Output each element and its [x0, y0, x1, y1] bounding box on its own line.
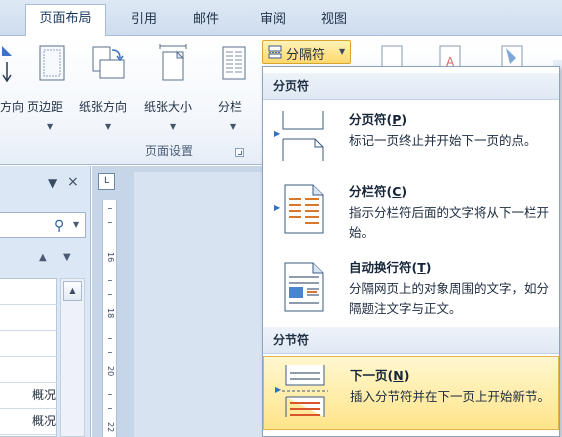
document-area: L 16 18 20 22: [92, 166, 270, 437]
next-page-description: 插入分节符并在下一页上开始新节。: [350, 389, 551, 404]
heading-list-scrollbar[interactable]: ▲: [60, 278, 85, 437]
navigation-pane-header: ▼ ×: [0, 170, 91, 200]
section-header-page-breaks: 分页符: [263, 73, 559, 100]
text-wrapping-break-title: 自动换行符(T): [349, 260, 432, 275]
list-item[interactable]: [0, 331, 57, 357]
column-break-icon: [284, 184, 324, 234]
tab-page-layout[interactable]: 页面布局: [25, 4, 106, 37]
navigation-search-input[interactable]: ⚲ ▼: [0, 212, 86, 238]
list-item[interactable]: [0, 279, 57, 305]
margins-dropdown-arrow: ▼: [47, 122, 54, 131]
search-options-arrow-icon[interactable]: ▼: [73, 220, 79, 229]
menu-item-text-wrapping-break[interactable]: 自动换行符(T) 分隔网页上的对象周围的文字，如分隔题注文字与正文。: [263, 249, 559, 331]
menu-item-page-break[interactable]: ▶ 分页符(P) 标记一页终止并开始下一页的点。: [263, 101, 559, 171]
paper-orientation-icon: [92, 46, 125, 79]
ruler-tick: [108, 222, 112, 223]
paper-orientation-dropdown-arrow: ▼: [105, 122, 112, 131]
columns-icon: [222, 46, 246, 80]
ruler-tick: [108, 338, 112, 339]
pane-menu-arrow-icon[interactable]: ▼: [48, 176, 57, 190]
ruler-tick: [108, 394, 112, 395]
tab-view[interactable]: 视图: [321, 9, 347, 31]
page-break-icon: [282, 111, 324, 161]
tab-mailings[interactable]: 邮件: [193, 9, 219, 31]
tab-selector[interactable]: L: [98, 173, 115, 190]
ruler-number: 18: [106, 308, 115, 319]
list-item[interactable]: 概况: [0, 383, 57, 409]
next-page-section-break-icon: [282, 365, 328, 417]
search-icon[interactable]: ⚲: [54, 218, 64, 234]
paper-orientation-label: 纸张方向: [79, 100, 128, 114]
page-setup-group-label: 页面设置: [144, 144, 193, 158]
paper-size-icon: [159, 44, 187, 81]
columns-dropdown-arrow: ▼: [230, 122, 237, 131]
ruler-number: 16: [106, 252, 115, 263]
menu-item-next-page[interactable]: ▶ 下一页(N) 插入分节符并在下一页上开始新节。: [263, 356, 559, 430]
paper-size-dropdown-arrow: ▼: [170, 122, 177, 131]
next-page-title: 下一页(N): [350, 368, 410, 383]
ruler-tick: [108, 294, 112, 295]
orientation-icon: [2, 46, 12, 83]
margins-icon: [39, 45, 65, 81]
breaks-dropdown-arrow: ▼: [339, 47, 346, 56]
ruler-tick: [108, 408, 112, 409]
ruler-tick: [108, 352, 112, 353]
orientation-label: 方向: [0, 100, 25, 114]
document-page-margin: [134, 172, 270, 437]
scroll-up-icon[interactable]: ▲: [63, 281, 82, 301]
page-setup-dialog-launcher[interactable]: [235, 148, 244, 157]
column-break-title: 分栏符(C): [349, 184, 408, 199]
next-result-icon[interactable]: ▼: [63, 252, 71, 263]
menu-item-column-break[interactable]: ▶ 分栏符(C) 指示分栏符后面的文字将从下一栏开始。: [263, 173, 559, 247]
text-wrapping-break-icon: [284, 262, 324, 312]
margins-label: 页边距: [27, 100, 64, 114]
paper-size-label: 纸张大小: [144, 100, 193, 114]
tab-review[interactable]: 审阅: [260, 9, 286, 31]
navigation-pane: ▼ × ⚲ ▼ ▲ ▼ 概况 概况 ▲: [0, 166, 91, 437]
ruler-number: 20: [106, 366, 115, 377]
ruler-tick: [108, 280, 112, 281]
breaks-menu: 分页符 ▶ 分页符(P) 标记一页终止并开始下一页的点。 ▶ 分栏符(C) 指示…: [262, 66, 560, 437]
ruler-tick: [108, 208, 112, 209]
page-break-title: 分页符(P): [349, 112, 408, 127]
ribbon-tab-bar: 页面布局 引用 邮件 审阅 视图: [0, 0, 562, 37]
vertical-ruler[interactable]: 16 18 20 22: [102, 200, 117, 437]
column-break-description: 指示分栏符后面的文字将从下一栏开始。: [349, 205, 550, 240]
pane-close-icon[interactable]: ×: [67, 174, 79, 190]
breaks-dropdown-button[interactable]: 分隔符 ▼: [262, 40, 351, 64]
previous-result-icon[interactable]: ▲: [39, 252, 47, 263]
breaks-icon: [268, 45, 282, 59]
list-item[interactable]: [0, 357, 57, 383]
breaks-label: 分隔符: [286, 48, 326, 63]
list-item[interactable]: 概况: [0, 409, 57, 435]
list-item[interactable]: [0, 305, 57, 331]
heading-list: 概况 概况: [0, 278, 57, 437]
columns-label: 分栏: [218, 100, 243, 114]
tab-references[interactable]: 引用: [131, 9, 157, 31]
section-header-section-breaks: 分节符: [263, 327, 559, 354]
page-break-description: 标记一页终止并开始下一页的点。: [349, 133, 537, 148]
ruler-number: 22: [106, 422, 115, 433]
text-wrapping-break-description: 分隔网页上的对象周围的文字，如分隔题注文字与正文。: [349, 281, 550, 316]
